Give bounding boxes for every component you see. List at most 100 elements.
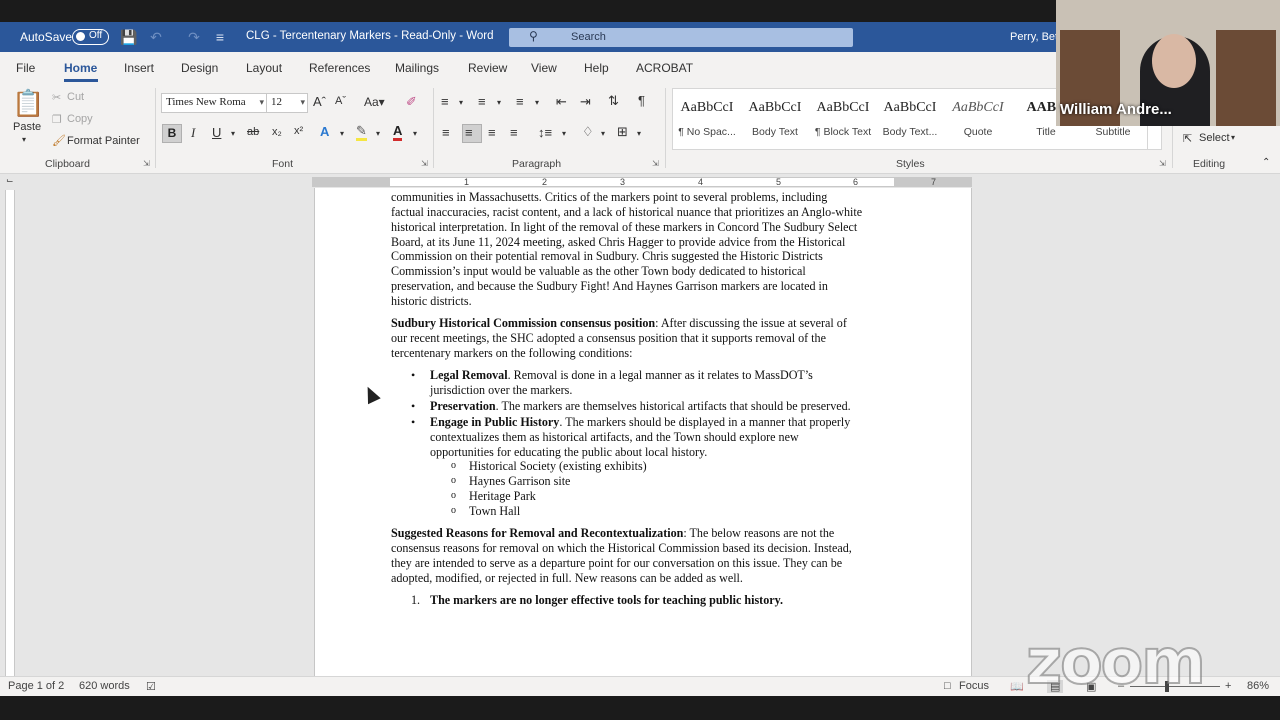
participant-head xyxy=(1152,34,1196,88)
decrease-indent-icon[interactable]: ⇤ xyxy=(556,94,567,110)
font-name-box[interactable]: Times New Roma ▾ xyxy=(161,93,267,113)
numbering-icon[interactable]: ≡ xyxy=(478,94,486,109)
multilevel-dropdown-icon[interactable]: ▾ xyxy=(535,98,539,107)
select-dropdown-icon[interactable]: ▾ xyxy=(1231,133,1235,142)
tab-help[interactable]: Help xyxy=(584,61,609,75)
bullets-icon[interactable]: ≡ xyxy=(441,94,449,109)
autosave-label: AutoSave xyxy=(20,30,73,44)
page-count[interactable]: Page 1 of 2 xyxy=(8,680,64,692)
text-line: historic districts. xyxy=(391,294,472,308)
vertical-ruler[interactable] xyxy=(5,190,15,676)
text-effects-icon[interactable]: A xyxy=(320,124,329,139)
line-spacing-icon[interactable]: ↕≡ xyxy=(538,125,552,140)
numbering-dropdown-icon[interactable]: ▾ xyxy=(497,98,501,107)
tab-selector-icon[interactable]: ⌙ xyxy=(6,175,14,186)
word-count[interactable]: 620 words xyxy=(79,680,130,692)
paste-icon[interactable]: 📋 xyxy=(12,88,44,119)
styles-launcher-icon[interactable]: ⇲ xyxy=(1159,159,1166,168)
clear-formatting-icon[interactable]: ✐ xyxy=(406,94,417,110)
clipboard-launcher-icon[interactable]: ⇲ xyxy=(143,159,150,168)
paragraph-launcher-icon[interactable]: ⇲ xyxy=(652,159,659,168)
text-run: : After discussing the issue at several … xyxy=(655,316,847,330)
style-body-text-2[interactable]: AaBbCcI Body Text... xyxy=(876,89,944,147)
style-quote[interactable]: AaBbCcI Quote xyxy=(944,89,1012,147)
tab-file[interactable]: File xyxy=(16,61,35,75)
font-launcher-icon[interactable]: ⇲ xyxy=(421,159,428,168)
select-icon[interactable]: ⇱ xyxy=(1183,132,1192,145)
text-effects-dropdown-icon[interactable]: ▾ xyxy=(340,129,344,138)
document-page[interactable]: communities in Massachusetts. Critics of… xyxy=(314,188,972,676)
text-run: . The markers should be displayed in a m… xyxy=(559,415,851,429)
strikethrough-button[interactable]: ab xyxy=(247,126,259,138)
proofing-icon[interactable]: ☑ xyxy=(146,680,156,693)
zoom-level[interactable]: 86% xyxy=(1247,680,1269,692)
focus-button[interactable]: Focus xyxy=(959,680,989,692)
format-painter-button[interactable]: Format Painter xyxy=(67,135,140,147)
shading-icon[interactable]: ♢ xyxy=(582,124,594,140)
change-case-icon[interactable]: Aa▾ xyxy=(364,95,385,109)
save-icon[interactable]: 💾 xyxy=(120,29,137,45)
bullets-dropdown-icon[interactable]: ▾ xyxy=(459,98,463,107)
group-separator xyxy=(155,88,156,168)
bold-button[interactable]: B xyxy=(162,124,182,143)
align-center-icon[interactable]: ≡ xyxy=(465,125,473,140)
underline-dropdown-icon[interactable]: ▾ xyxy=(231,129,235,138)
style-block-text[interactable]: AaBbCcI ¶ Block Text xyxy=(809,89,877,147)
style-name: Subtitle xyxy=(1095,126,1131,138)
shrink-font-icon[interactable]: Aˇ xyxy=(335,95,346,107)
undo-icon[interactable]: ↶ xyxy=(148,29,164,45)
borders-dropdown-icon[interactable]: ▾ xyxy=(637,129,641,138)
tab-references[interactable]: References xyxy=(309,61,370,75)
sort-icon[interactable]: ⇅ xyxy=(608,93,619,109)
tab-home[interactable]: Home xyxy=(64,61,97,75)
line-spacing-dropdown-icon[interactable]: ▾ xyxy=(562,129,566,138)
search-box[interactable]: ⚲ Search xyxy=(509,28,853,47)
borders-icon[interactable]: ⊞ xyxy=(617,124,628,140)
grow-font-icon[interactable]: Aˆ xyxy=(313,94,326,109)
underline-button[interactable]: U xyxy=(212,125,221,140)
tab-design[interactable]: Design xyxy=(181,61,218,75)
paste-button[interactable]: Paste xyxy=(13,121,41,133)
collapse-ribbon-icon[interactable]: ⌃ xyxy=(1262,157,1270,168)
font-color-icon[interactable]: A xyxy=(393,124,403,141)
highlight-icon[interactable]: ✎ xyxy=(356,124,367,141)
italic-button[interactable]: I xyxy=(191,125,195,141)
cut-icon[interactable]: ✂ xyxy=(52,91,61,104)
read-mode-icon[interactable]: 📖 xyxy=(1010,680,1024,693)
subscript-button[interactable]: x₂ xyxy=(272,126,282,138)
copy-icon[interactable]: ❐ xyxy=(52,113,62,126)
font-size-box[interactable]: 12 ▾ xyxy=(266,93,308,113)
tab-insert[interactable]: Insert xyxy=(124,61,154,75)
zoom-in-icon[interactable]: + xyxy=(1225,680,1231,692)
bullet-heading: Engage in Public History xyxy=(430,415,560,429)
tab-view[interactable]: View xyxy=(531,61,557,75)
align-left-icon[interactable]: ≡ xyxy=(442,125,450,140)
highlight-dropdown-icon[interactable]: ▾ xyxy=(376,129,380,138)
style-no-spacing[interactable]: AaBbCcI ¶ No Spac... xyxy=(673,89,741,147)
tab-mailings[interactable]: Mailings xyxy=(395,61,439,75)
multilevel-list-icon[interactable]: ≡ xyxy=(516,94,524,109)
customize-qat-icon[interactable]: ≡ xyxy=(212,29,228,45)
chevron-down-icon: ▾ xyxy=(259,97,264,107)
tab-review[interactable]: Review xyxy=(468,61,507,75)
paste-dropdown-icon[interactable]: ▾ xyxy=(22,135,26,144)
autosave-toggle[interactable]: Off xyxy=(72,29,109,45)
format-painter-icon[interactable]: 🖌 xyxy=(52,134,66,147)
justify-icon[interactable]: ≡ xyxy=(510,125,518,140)
focus-icon[interactable]: □ xyxy=(944,680,951,692)
user-name[interactable]: Perry, Bet xyxy=(1010,31,1058,43)
superscript-button[interactable]: x² xyxy=(294,125,303,137)
increase-indent-icon[interactable]: ⇥ xyxy=(580,94,591,110)
align-right-icon[interactable]: ≡ xyxy=(488,125,496,140)
copy-button[interactable]: Copy xyxy=(67,113,93,125)
font-color-dropdown-icon[interactable]: ▾ xyxy=(413,129,417,138)
tab-acrobat[interactable]: ACROBAT xyxy=(636,61,693,75)
horizontal-ruler[interactable]: 1 2 3 4 5 6 7 xyxy=(312,177,972,187)
show-formatting-icon[interactable]: ¶ xyxy=(638,93,645,108)
style-body-text[interactable]: AaBbCcI Body Text xyxy=(741,89,809,147)
select-button[interactable]: Select xyxy=(1199,132,1230,144)
tab-layout[interactable]: Layout xyxy=(246,61,282,75)
redo-icon[interactable]: ↷ xyxy=(186,29,202,45)
cut-button[interactable]: Cut xyxy=(67,91,84,103)
shading-dropdown-icon[interactable]: ▾ xyxy=(601,129,605,138)
